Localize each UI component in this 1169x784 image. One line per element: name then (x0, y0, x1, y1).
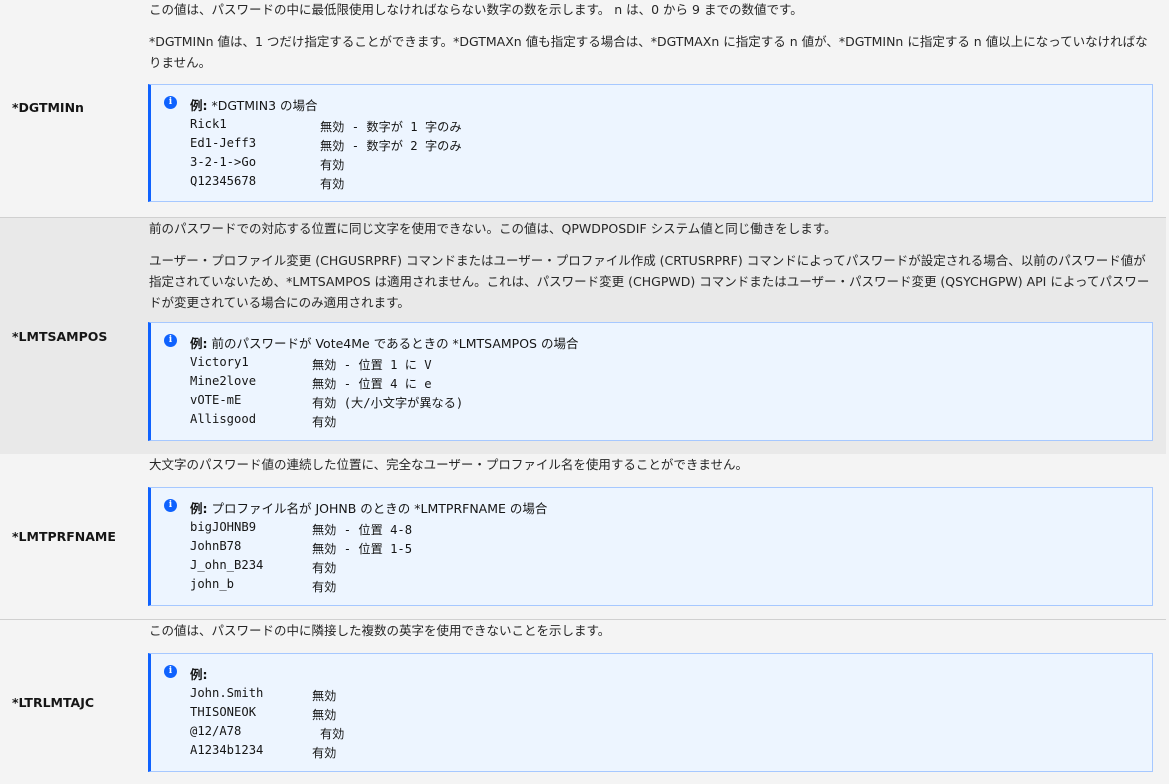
example-result: 無効 - 位置 1 に V (312, 358, 432, 372)
description-paragraph: 前のパスワードでの対応する位置に同じ文字を使用できない。この値は、QPWDPOS… (149, 221, 837, 236)
example-result: 無効 - 位置 1-5 (312, 542, 413, 556)
description-paragraph: *DGTMINn 値は、1 つだけ指定することができます。*DGTMAXn 値も… (149, 34, 1148, 70)
example-note: i 例: *DGTMIN3 の場合 Rick1 無効 - 数字が 1 字のみ Ed1… (148, 84, 1153, 202)
example-line: J_ohn_B234 有効 (190, 558, 336, 575)
example-result: 有効 (320, 727, 345, 741)
info-icon: i (164, 334, 177, 347)
example-password: John.Smith (190, 686, 264, 700)
example-line: Victory1 無効 - 位置 1 に V (190, 355, 432, 372)
example-password: @12/A78 (190, 724, 242, 738)
info-icon: i (164, 499, 177, 512)
example-result: 有効 (312, 746, 337, 760)
row-description: この値は、パスワードの中に隣接した複数の英字を使用できないことを示します。 (149, 620, 1154, 652)
example-result: 有効 (320, 177, 345, 191)
example-line: Allisgood 有効 (190, 412, 336, 429)
example-password: THISONEOK (190, 705, 257, 719)
example-line: vOTE-mE 有効 (大/小文字が異なる) (190, 393, 463, 410)
example-line: john_b 有効 (190, 577, 336, 594)
example-result: 無効 (312, 689, 337, 703)
example-password: Ed1-Jeff3 (190, 136, 257, 150)
note-heading: 例: (190, 664, 212, 683)
example-note: i 例: 前のパスワードが Vote4Me であるときの *LMTSAMPOS の… (148, 322, 1153, 441)
example-password: JohnB78 (190, 539, 242, 553)
example-password: john_b (190, 577, 235, 591)
example-line: A1234b1234 有効 (190, 743, 336, 760)
table-row: *LTRLMTAJC この値は、パスワードの中に隣接した複数の英字を使用できない… (0, 619, 1166, 784)
example-line: 3-2-1->Go 有効 (190, 155, 344, 172)
example-result: 無効 - 位置 4-8 (312, 523, 413, 537)
example-line: bigJOHNB9 無効 - 位置 4-8 (190, 520, 412, 537)
example-line: Rick1 無効 - 数字が 1 字のみ (190, 117, 462, 134)
note-text: 前のパスワードが Vote4Me であるときの *LMTSAMPOS の場合 (211, 336, 579, 351)
note-label: 例: (190, 336, 208, 351)
example-result: 有効 (312, 415, 337, 429)
example-line: Mine2love 無効 - 位置 4 に e (190, 374, 432, 391)
note-label: 例: (190, 98, 208, 113)
example-result: 無効 - 数字が 1 字のみ (320, 120, 462, 134)
example-password: 3-2-1->Go (190, 155, 257, 169)
example-password: Rick1 (190, 117, 227, 131)
description-paragraph: 大文字のパスワード値の連続した位置に、完全なユーザー・プロファイル名を使用するこ… (149, 457, 749, 472)
example-line: Q12345678 有効 (190, 174, 344, 191)
example-line: THISONEOK 無効 (190, 705, 336, 722)
example-result: 無効 (312, 708, 337, 722)
example-note: i 例: John.Smith 無効 THISONEOK 無効 @12/A78 有効 … (148, 653, 1153, 772)
example-result: 無効 - 位置 4 に e (312, 377, 432, 391)
example-result: 有効 (312, 561, 337, 575)
example-result: 有効 (大/小文字が異なる) (312, 396, 464, 410)
example-result: 有効 (312, 580, 337, 594)
row-description: この値は、パスワードの中に最低限使用しなければならない数字の数を示します。 n … (149, 0, 1154, 84)
example-line: Ed1-Jeff3 無効 - 数字が 2 字のみ (190, 136, 462, 153)
example-line: @12/A78 有効 (190, 724, 344, 741)
example-line: John.Smith 無効 (190, 686, 336, 703)
example-password: J_ohn_B234 (190, 558, 264, 572)
note-label: 例: (190, 501, 208, 516)
example-result: 無効 - 数字が 2 字のみ (320, 139, 462, 153)
note-text: プロファイル名が JOHNB のときの *LMTPRFNAME の場合 (211, 501, 548, 516)
note-heading: 例: 前のパスワードが Vote4Me であるときの *LMTSAMPOS の場合 (190, 333, 578, 352)
example-password: A1234b1234 (190, 743, 264, 757)
description-paragraph: この値は、パスワードの中に隣接した複数の英字を使用できないことを示します。 (149, 623, 611, 638)
example-result: 有効 (320, 158, 345, 172)
example-password: Victory1 (190, 355, 249, 369)
info-icon: i (164, 96, 177, 109)
info-icon: i (164, 665, 177, 678)
row-key: *LMTSAMPOS (12, 329, 108, 344)
example-note: i 例: プロファイル名が JOHNB のときの *LMTPRFNAME の場合 … (148, 487, 1153, 606)
example-password: Mine2love (190, 374, 257, 388)
note-heading: 例: *DGTMIN3 の場合 (190, 95, 318, 114)
example-line: JohnB78 無効 - 位置 1-5 (190, 539, 412, 556)
example-password: bigJOHNB9 (190, 520, 257, 534)
example-password: vOTE-mE (190, 393, 242, 407)
note-text: *DGTMIN3 の場合 (211, 98, 318, 113)
row-description: 前のパスワードでの対応する位置に同じ文字を使用できない。この値は、QPWDPOS… (149, 218, 1154, 324)
note-heading: 例: プロファイル名が JOHNB のときの *LMTPRFNAME の場合 (190, 498, 547, 517)
table-row: *LMTSAMPOS 前のパスワードでの対応する位置に同じ文字を使用できない。こ… (0, 217, 1166, 454)
example-password: Q12345678 (190, 174, 257, 188)
table-row: *LMTPRFNAME 大文字のパスワード値の連続した位置に、完全なユーザー・プ… (0, 454, 1166, 619)
row-key: *DGTMINn (12, 100, 84, 115)
description-paragraph: ユーザー・プロファイル変更 (CHGUSRPRF) コマンドまたはユーザー・プロ… (149, 253, 1150, 310)
description-paragraph: この値は、パスワードの中に最低限使用しなければならない数字の数を示します。 n … (149, 2, 803, 17)
note-label: 例: (190, 667, 208, 682)
row-key: *LTRLMTAJC (12, 695, 95, 710)
row-key: *LMTPRFNAME (12, 529, 116, 544)
table-row: *DGTMINn この値は、パスワードの中に最低限使用しなければならない数字の数… (0, 0, 1166, 217)
row-description: 大文字のパスワード値の連続した位置に、完全なユーザー・プロファイル名を使用するこ… (149, 454, 1154, 486)
example-password: Allisgood (190, 412, 257, 426)
